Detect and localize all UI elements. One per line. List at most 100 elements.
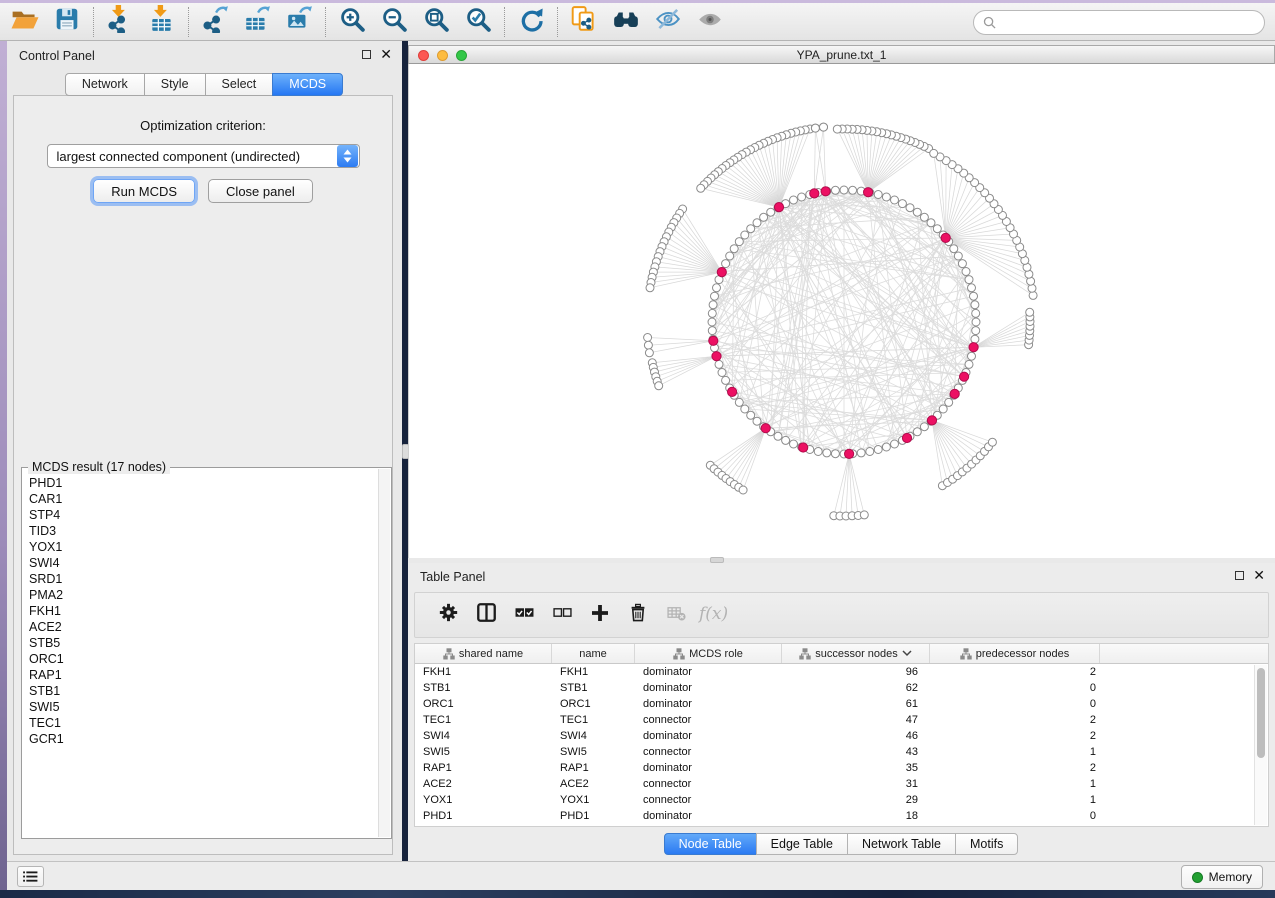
mcds-result-item[interactable]: SRD1	[29, 571, 377, 587]
cell-predecessor-nodes[interactable]: 2	[930, 728, 1100, 744]
zoom-fit-button[interactable]	[415, 5, 457, 39]
tab-edge-table[interactable]: Edge Table	[756, 833, 848, 855]
cell-predecessor-nodes[interactable]: 0	[930, 696, 1100, 712]
open-file-button[interactable]	[4, 5, 46, 39]
cell-successor-nodes[interactable]: 31	[782, 776, 930, 792]
cell-predecessor-nodes[interactable]: 1	[930, 792, 1100, 808]
table-row[interactable]: RAP1RAP1dominator352	[415, 760, 1268, 776]
cell-MCDS-role[interactable]: dominator	[635, 760, 782, 776]
cell-shared-name[interactable]: YOX1	[415, 792, 552, 808]
cell-name[interactable]: PHD1	[552, 808, 635, 824]
refresh-network-button[interactable]	[510, 5, 552, 39]
mcds-result-item[interactable]: FKH1	[29, 603, 377, 619]
mcds-result-item[interactable]: STP4	[29, 507, 377, 523]
column-header-successor-nodes[interactable]: successor nodes	[782, 644, 930, 663]
tab-network-table[interactable]: Network Table	[847, 833, 956, 855]
network-graph[interactable]	[409, 64, 1275, 558]
add-button[interactable]	[581, 596, 619, 634]
tab-select[interactable]: Select	[205, 73, 274, 96]
cell-predecessor-nodes[interactable]: 2	[930, 712, 1100, 728]
float-table-panel-icon[interactable]	[1235, 571, 1244, 580]
mcds-result-item[interactable]: ACE2	[29, 619, 377, 635]
cell-predecessor-nodes[interactable]: 0	[930, 680, 1100, 696]
table-row[interactable]: SWI5SWI5connector431	[415, 744, 1268, 760]
export-network-button[interactable]	[194, 5, 236, 39]
cell-predecessor-nodes[interactable]: 1	[930, 776, 1100, 792]
cell-predecessor-nodes[interactable]: 2	[930, 664, 1100, 680]
tab-node-table[interactable]: Node Table	[664, 833, 757, 855]
tab-style[interactable]: Style	[144, 73, 206, 96]
column-header-name[interactable]: name	[552, 644, 635, 663]
column-header-MCDS-role[interactable]: MCDS role	[635, 644, 782, 663]
table-row[interactable]: PHD1PHD1dominator180	[415, 808, 1268, 824]
gear-button[interactable]	[429, 596, 467, 634]
close-panel-button[interactable]: Close panel	[208, 179, 313, 203]
mcds-result-item[interactable]: PMA2	[29, 587, 377, 603]
cell-predecessor-nodes[interactable]: 2	[930, 760, 1100, 776]
zoom-in-button[interactable]	[331, 5, 373, 39]
mcds-result-item[interactable]: PHD1	[29, 475, 377, 491]
cell-shared-name[interactable]: ACE2	[415, 776, 552, 792]
cell-MCDS-role[interactable]: dominator	[635, 728, 782, 744]
window-minimize-icon[interactable]	[437, 50, 448, 61]
cell-successor-nodes[interactable]: 61	[782, 696, 930, 712]
export-image-button[interactable]	[278, 5, 320, 39]
cell-successor-nodes[interactable]: 46	[782, 728, 930, 744]
zoom-out-button[interactable]	[373, 5, 415, 39]
save-session-button[interactable]	[46, 5, 88, 39]
cell-predecessor-nodes[interactable]: 1	[930, 744, 1100, 760]
cell-shared-name[interactable]: FKH1	[415, 664, 552, 680]
cell-predecessor-nodes[interactable]: 0	[930, 808, 1100, 824]
cell-MCDS-role[interactable]: connector	[635, 712, 782, 728]
close-panel-icon[interactable]: ✕	[380, 49, 392, 59]
network-view-canvas[interactable]	[408, 64, 1275, 558]
export-table-button[interactable]	[236, 5, 278, 39]
mcds-list-scrollbar[interactable]	[378, 469, 390, 837]
search-input[interactable]	[1002, 16, 1264, 30]
table-row[interactable]: ACE2ACE2connector311	[415, 776, 1268, 792]
table-scrollbar[interactable]	[1254, 665, 1267, 825]
search-field[interactable]	[973, 10, 1265, 35]
mcds-result-item[interactable]: STB5	[29, 635, 377, 651]
cell-shared-name[interactable]: RAP1	[415, 760, 552, 776]
table-row[interactable]: TEC1TEC1connector472	[415, 712, 1268, 728]
cell-successor-nodes[interactable]: 35	[782, 760, 930, 776]
cell-name[interactable]: STB1	[552, 680, 635, 696]
cell-shared-name[interactable]: SWI4	[415, 728, 552, 744]
split-columns-button[interactable]	[467, 596, 505, 634]
cell-name[interactable]: SWI4	[552, 728, 635, 744]
cell-successor-nodes[interactable]: 43	[782, 744, 930, 760]
table-row[interactable]: STB1STB1dominator620	[415, 680, 1268, 696]
mcds-result-item[interactable]: YOX1	[29, 539, 377, 555]
cell-name[interactable]: SWI5	[552, 744, 635, 760]
hide-selected-button[interactable]	[647, 5, 689, 39]
import-table-button[interactable]	[141, 5, 183, 39]
deselect-all-button[interactable]	[543, 596, 581, 634]
optimization-criterion-select[interactable]: largest connected component (undirected)	[47, 144, 360, 168]
cell-shared-name[interactable]: TEC1	[415, 712, 552, 728]
memory-button[interactable]: Memory	[1181, 865, 1263, 889]
cell-shared-name[interactable]: SWI5	[415, 744, 552, 760]
cell-MCDS-role[interactable]: connector	[635, 776, 782, 792]
float-panel-icon[interactable]	[362, 50, 371, 59]
table-row[interactable]: SWI4SWI4dominator462	[415, 728, 1268, 744]
zoom-selected-button[interactable]	[457, 5, 499, 39]
cell-successor-nodes[interactable]: 18	[782, 808, 930, 824]
cell-successor-nodes[interactable]: 62	[782, 680, 930, 696]
table-row[interactable]: FKH1FKH1dominator962	[415, 664, 1268, 680]
tab-motifs[interactable]: Motifs	[955, 833, 1018, 855]
mcds-result-item[interactable]: ORC1	[29, 651, 377, 667]
table-row[interactable]: ORC1ORC1dominator610	[415, 696, 1268, 712]
run-mcds-button[interactable]: Run MCDS	[93, 179, 195, 203]
cell-shared-name[interactable]: STB1	[415, 680, 552, 696]
cell-MCDS-role[interactable]: dominator	[635, 680, 782, 696]
network-window-titlebar[interactable]: YPA_prune.txt_1	[408, 45, 1275, 64]
close-table-panel-icon[interactable]: ✕	[1253, 570, 1265, 580]
cell-successor-nodes[interactable]: 47	[782, 712, 930, 728]
window-maximize-icon[interactable]	[456, 50, 467, 61]
cell-name[interactable]: TEC1	[552, 712, 635, 728]
cell-name[interactable]: RAP1	[552, 760, 635, 776]
mcds-result-item[interactable]: TEC1	[29, 715, 377, 731]
cell-MCDS-role[interactable]: dominator	[635, 664, 782, 680]
cell-name[interactable]: ACE2	[552, 776, 635, 792]
